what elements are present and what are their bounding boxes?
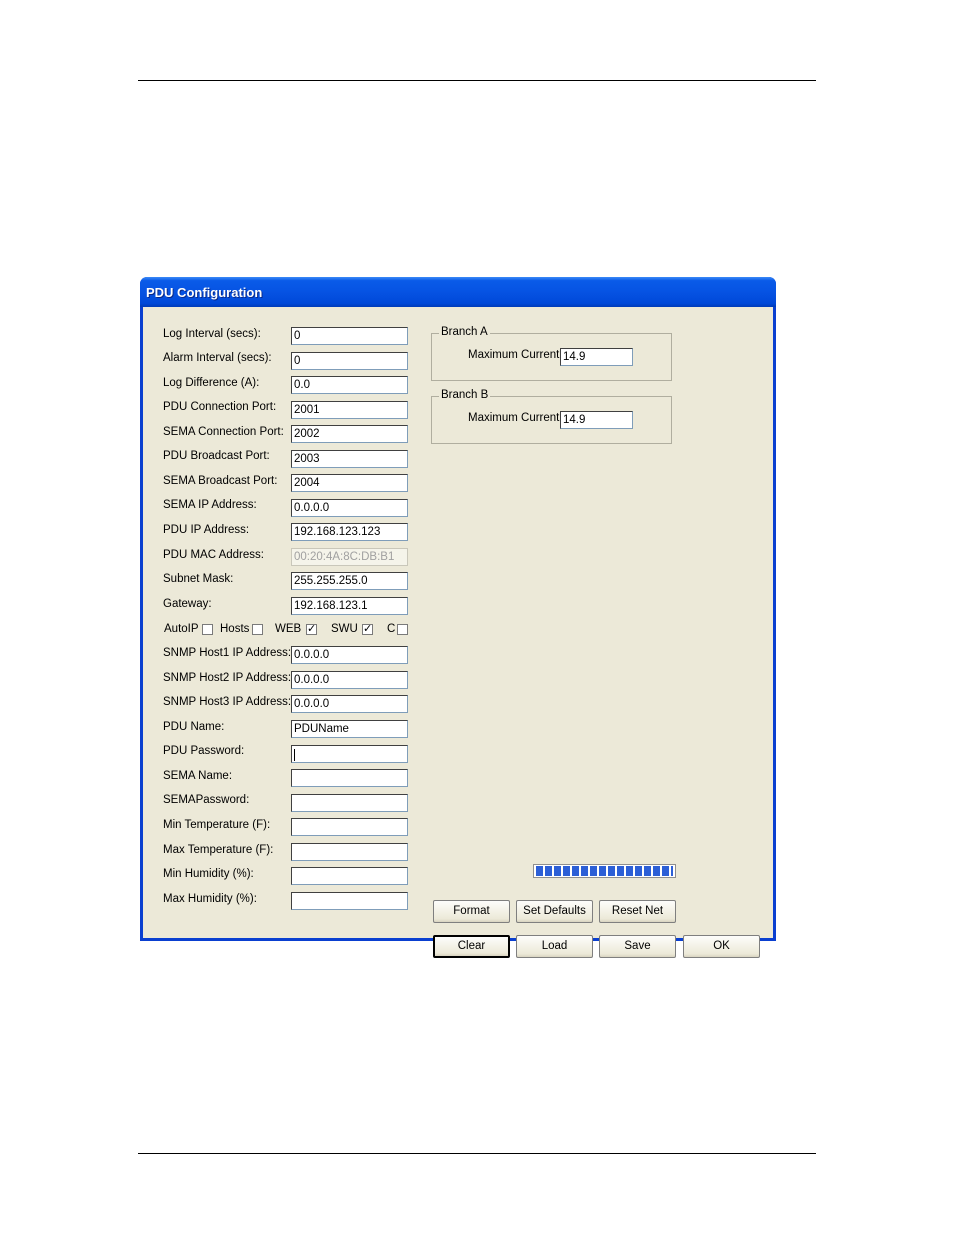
subnet-mask-input[interactable]: 255.255.255.0 bbox=[291, 572, 408, 590]
header-rule bbox=[138, 80, 816, 81]
min-temperature-label: Min Temperature (F): bbox=[163, 819, 271, 831]
log-difference-label: Log Difference (A): bbox=[163, 377, 260, 389]
hosts-label: Hosts bbox=[220, 623, 250, 635]
sema-name-label: SEMA Name: bbox=[163, 770, 233, 782]
branch-a-title: Branch A bbox=[439, 326, 490, 338]
reset-net-button[interactable]: Reset Net bbox=[599, 900, 676, 923]
sema-broadcast-port-input[interactable]: 2004 bbox=[291, 474, 408, 492]
pdu-password-label: PDU Password: bbox=[163, 745, 245, 757]
subnet-mask-label: Subnet Mask: bbox=[163, 573, 234, 585]
sema-password-input[interactable] bbox=[291, 794, 408, 812]
sema-connection-port-input[interactable]: 2002 bbox=[291, 425, 408, 443]
pdu-broadcast-port-label: PDU Broadcast Port: bbox=[163, 450, 270, 462]
window-title: PDU Configuration bbox=[146, 285, 263, 300]
pdu-password-input[interactable] bbox=[291, 745, 408, 763]
web-checkbox[interactable] bbox=[306, 622, 317, 635]
snmp-host1-input[interactable]: 0.0.0.0 bbox=[291, 646, 408, 664]
save-button[interactable]: Save bbox=[599, 935, 676, 958]
autoip-label: AutoIP bbox=[164, 623, 199, 635]
branch-b-max-current-input[interactable]: 14.9 bbox=[560, 411, 633, 429]
set-defaults-button[interactable]: Set Defaults bbox=[516, 900, 593, 923]
sema-password-label: SEMAPassword: bbox=[163, 794, 250, 806]
pdu-configuration-dialog: PDU Configuration Log Interval (secs): 0… bbox=[140, 277, 776, 958]
pdu-connection-port-label: PDU Connection Port: bbox=[163, 401, 277, 413]
snmp-host3-input[interactable]: 0.0.0.0 bbox=[291, 695, 408, 713]
pdu-name-input[interactable]: PDUName bbox=[291, 720, 408, 738]
branch-b-max-current-label: Maximum Current: bbox=[468, 412, 563, 424]
sema-connection-port-label: SEMA Connection Port: bbox=[163, 426, 284, 438]
snmp-host3-label: SNMP Host3 IP Address: bbox=[163, 696, 292, 708]
c-label: C bbox=[387, 623, 396, 635]
min-temperature-input[interactable] bbox=[291, 818, 408, 836]
branch-a-group: Branch A Maximum Current: 14.9 bbox=[431, 326, 672, 381]
max-humidity-label: Max Humidity (%): bbox=[163, 893, 257, 905]
sema-ip-address-label: SEMA IP Address: bbox=[163, 499, 257, 511]
snmp-host1-label: SNMP Host1 IP Address: bbox=[163, 647, 292, 659]
snmp-host2-input[interactable]: 0.0.0.0 bbox=[291, 671, 408, 689]
pdu-name-label: PDU Name: bbox=[163, 721, 225, 733]
gateway-input[interactable]: 192.168.123.1 bbox=[291, 597, 408, 615]
branch-a-max-current-label: Maximum Current: bbox=[468, 349, 563, 361]
log-difference-input[interactable]: 0.0 bbox=[291, 376, 408, 394]
pdu-mac-address-label: PDU MAC Address: bbox=[163, 549, 264, 561]
pdu-ip-address-input[interactable]: 192.168.123.123 bbox=[291, 523, 408, 541]
progress-bar bbox=[533, 864, 676, 878]
swu-label: SWU bbox=[331, 623, 358, 635]
snmp-host2-label: SNMP Host2 IP Address: bbox=[163, 672, 292, 684]
gateway-label: Gateway: bbox=[163, 598, 212, 610]
sema-broadcast-port-label: SEMA Broadcast Port: bbox=[163, 475, 278, 487]
alarm-interval-label: Alarm Interval (secs): bbox=[163, 352, 272, 364]
branch-b-group: Branch B Maximum Current: 14.9 bbox=[431, 389, 672, 444]
max-temperature-input[interactable] bbox=[291, 843, 408, 861]
min-humidity-input[interactable] bbox=[291, 867, 408, 885]
alarm-interval-input[interactable]: 0 bbox=[291, 352, 408, 370]
text-cursor bbox=[294, 749, 295, 761]
swu-checkbox[interactable] bbox=[362, 622, 373, 635]
min-humidity-label: Min Humidity (%): bbox=[163, 868, 254, 880]
sema-name-input[interactable] bbox=[291, 769, 408, 787]
max-humidity-input[interactable] bbox=[291, 892, 408, 910]
c-checkbox[interactable] bbox=[397, 624, 408, 635]
pdu-connection-port-input[interactable]: 2001 bbox=[291, 401, 408, 419]
dialog-client-area: Log Interval (secs): 0 Alarm Interval (s… bbox=[143, 307, 773, 958]
title-bar[interactable]: PDU Configuration bbox=[140, 277, 776, 307]
format-button[interactable]: Format bbox=[433, 900, 510, 923]
autoip-checkbox[interactable] bbox=[202, 624, 213, 635]
progress-fill bbox=[536, 866, 673, 876]
sema-ip-address-input[interactable]: 0.0.0.0 bbox=[291, 499, 408, 517]
branch-a-max-current-input[interactable]: 14.9 bbox=[560, 348, 633, 366]
hosts-checkbox[interactable] bbox=[252, 624, 263, 635]
ok-button[interactable]: OK bbox=[683, 935, 760, 958]
max-temperature-label: Max Temperature (F): bbox=[163, 844, 274, 856]
web-label: WEB bbox=[275, 623, 302, 635]
clear-button[interactable]: Clear bbox=[433, 935, 510, 958]
branch-b-title: Branch B bbox=[439, 389, 491, 401]
log-interval-label: Log Interval (secs): bbox=[163, 328, 261, 340]
log-interval-input[interactable]: 0 bbox=[291, 327, 408, 345]
pdu-ip-address-label: PDU IP Address: bbox=[163, 524, 250, 536]
pdu-broadcast-port-input[interactable]: 2003 bbox=[291, 450, 408, 468]
pdu-mac-address-input: 00:20:4A:8C:DB:B1 bbox=[291, 548, 408, 566]
footer-rule bbox=[138, 1153, 816, 1154]
load-button[interactable]: Load bbox=[516, 935, 593, 958]
